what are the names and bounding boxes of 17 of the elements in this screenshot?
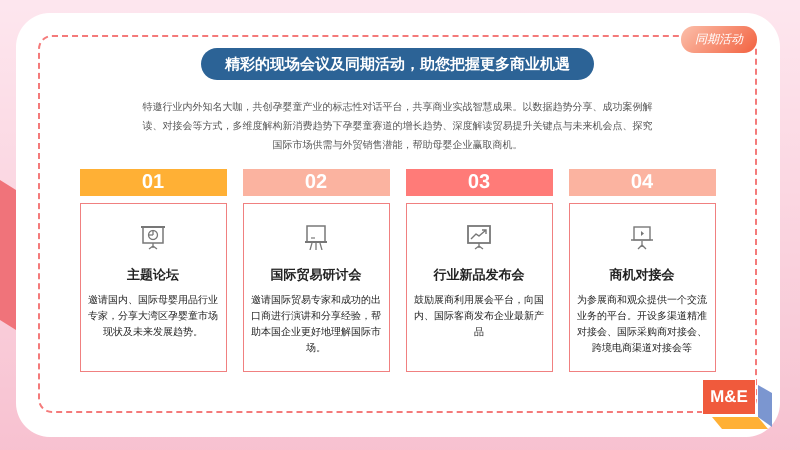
activity-description: 为参展商和观众提供一个交流业务的平台。开设多渠道精准对接会、国际采购商对接会、跨境电商渠道对接会等 [576, 294, 708, 356]
number-banner: 02 [242, 169, 390, 196]
section-tag: 同期活动 [681, 26, 757, 53]
activity-title: 行业新品发布会 [434, 266, 524, 284]
activity-title: 主题论坛 [127, 266, 179, 284]
activity-title: 商机对接会 [610, 266, 674, 284]
trend-chart-board-icon [465, 222, 493, 250]
number-banner: 03 [406, 169, 552, 196]
activity-description: 邀请国际贸易专家和成功的出口商进行演讲和分享经验，帮助本国企业更好地理解国际市场。 [250, 294, 382, 356]
activity-description: 鼓励展商利用展会平台，向国内、国际客商发布企业最新产品 [413, 294, 545, 340]
intro-paragraph: 特邀行业内外知名大咖，共创孕婴童产业的标志性对话平台，共享商业实战智慧成果。以数据趋势分享、成功案例解读、对接会等方式，多维度解构新消费趋势下孕婴童赛道的增长趋势、深度解读贸易提升关键点与未来机会点、探究国际市场供需与外贸销售潜能，帮助母婴企业赢取商机。 [142, 100, 654, 153]
number-banner: 01 [80, 169, 226, 196]
number-banner: 04 [568, 169, 716, 196]
section-title: 精彩的现场会议及同期活动，助您把握更多商业机遇 [201, 48, 594, 80]
activity-description: 邀请国内、国际母婴用品行业专家，分享大湾区孕婴童市场现状及未来发展趋势。 [87, 294, 219, 340]
logo-text: M&E [702, 379, 756, 415]
activity-title: 国际贸易研讨会 [270, 266, 362, 284]
